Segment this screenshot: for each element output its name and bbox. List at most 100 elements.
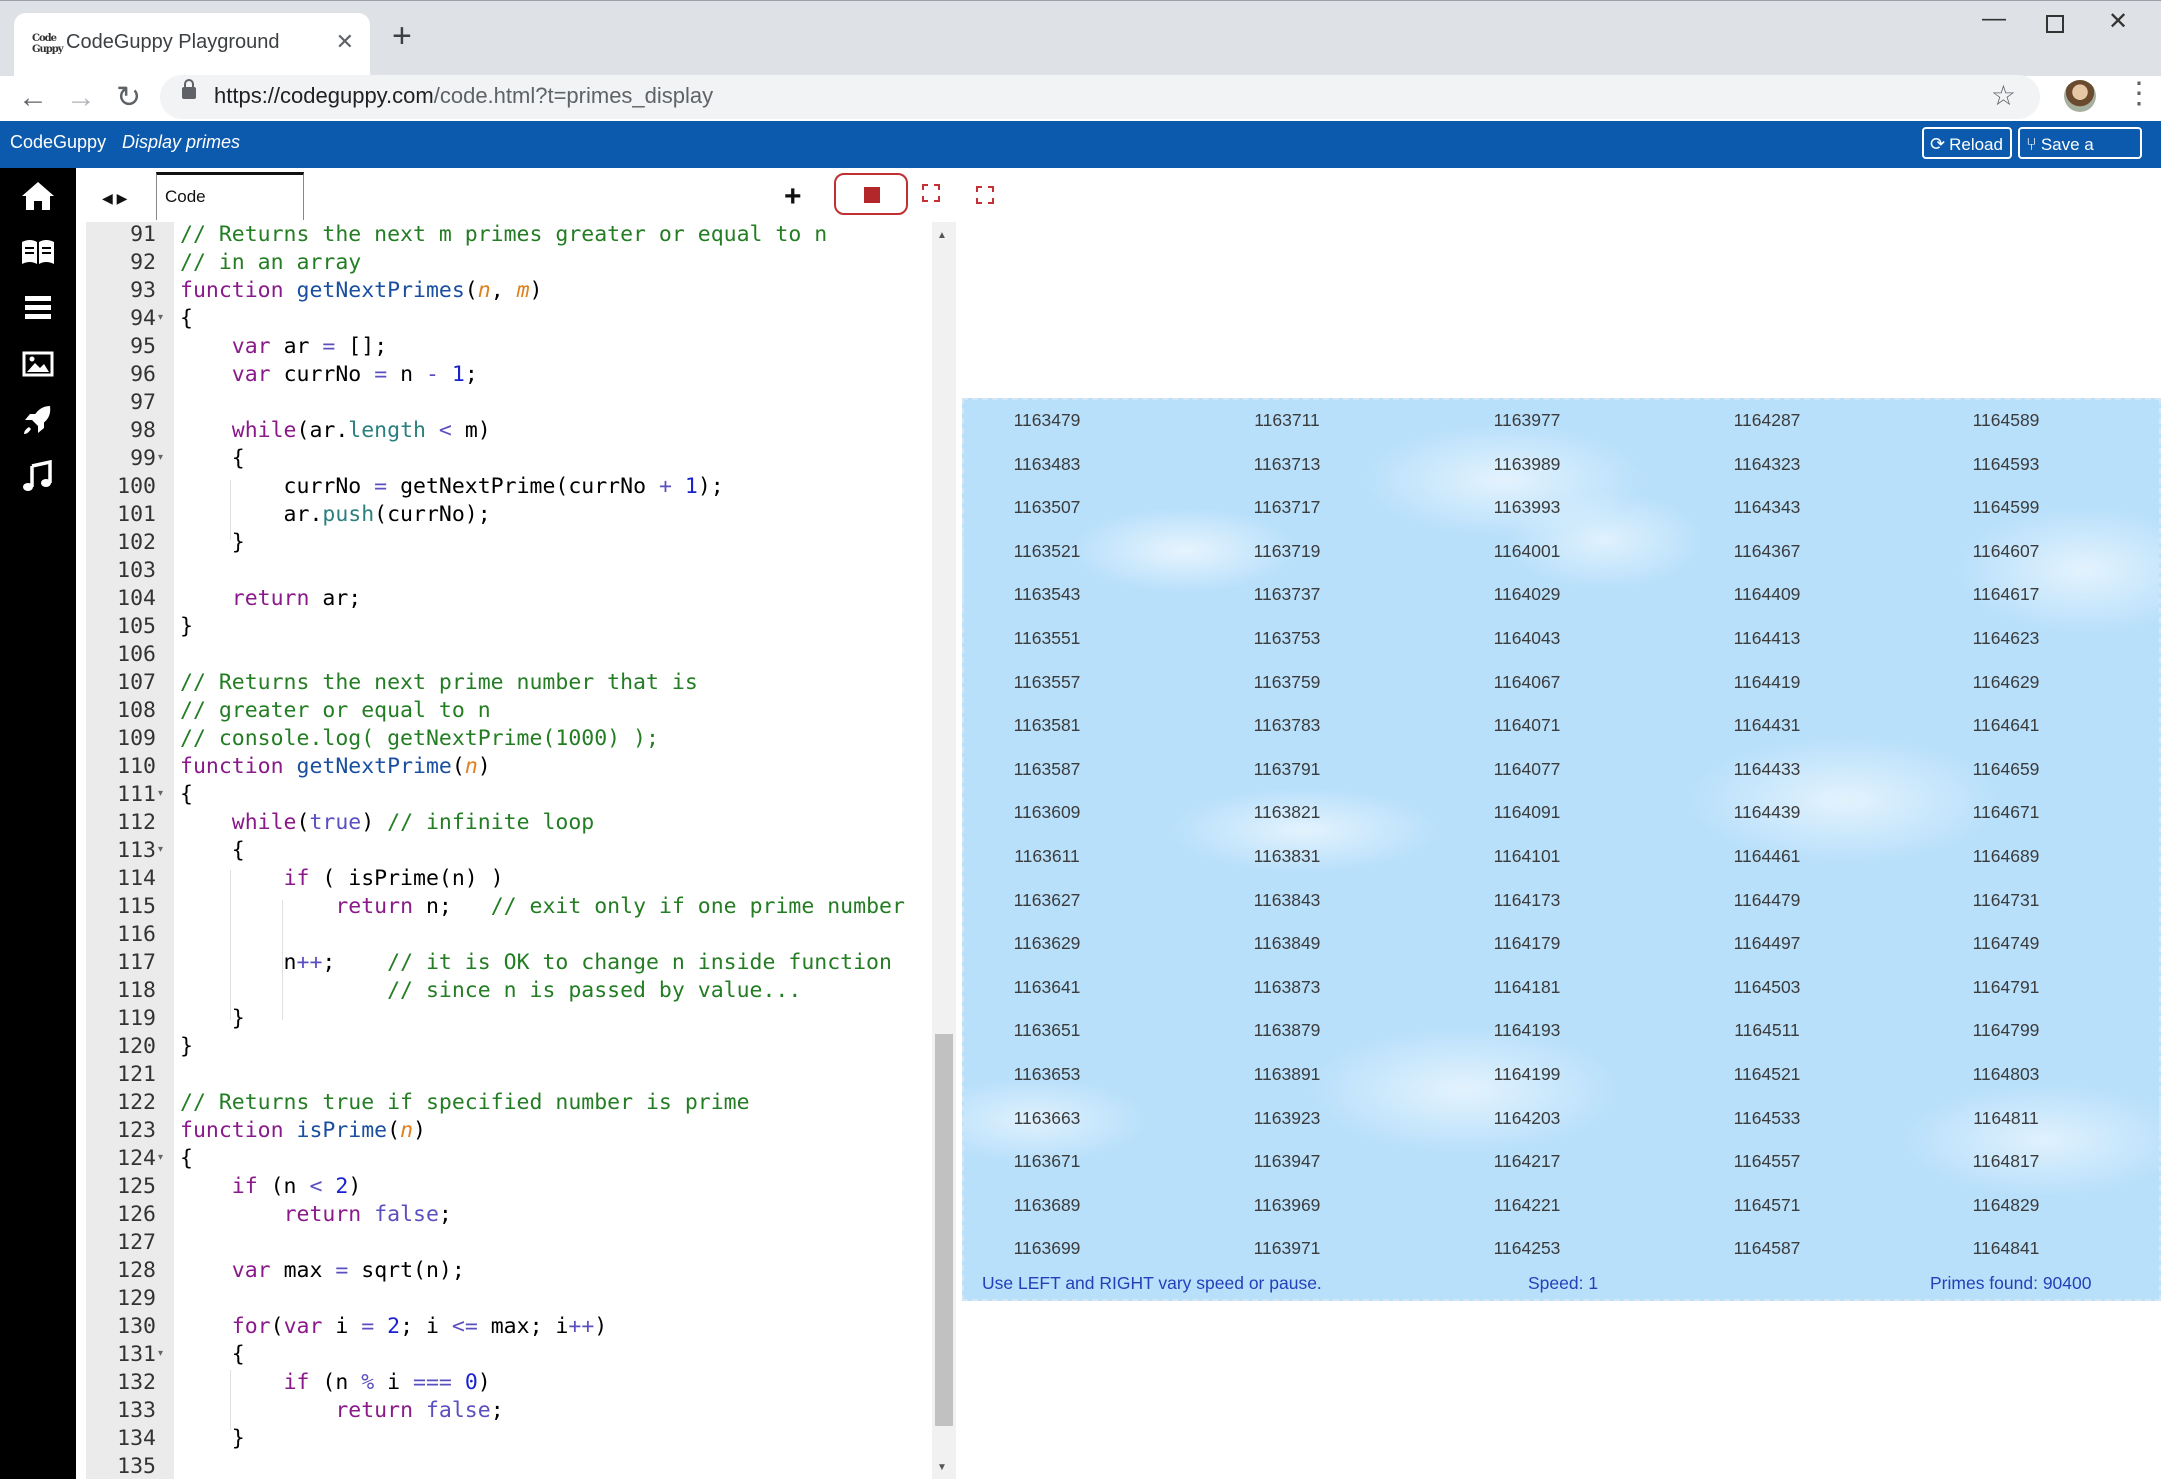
fold-arrow-icon[interactable]: ▾ [158,312,163,323]
code-line: function isPrime(n) [180,1118,426,1143]
line-number: 117 [117,950,156,975]
line-number: 101 [117,502,156,527]
tab-code[interactable]: Code [156,172,304,220]
scroll-up-arrow-icon[interactable]: ▲ [937,230,947,241]
brand-name[interactable]: CodeGuppy [10,132,106,153]
line-number: 115 [117,894,156,919]
prime-number: 1164199 [1493,1064,1561,1084]
prime-number: 1164659 [1972,758,2040,779]
editor-scrollbar[interactable]: ▲ ▼ [932,222,956,1479]
back-arrow-icon[interactable]: ← [18,78,48,118]
prime-number: 1164323 [1733,453,1801,474]
line-number: 111 [117,782,156,807]
window-close-icon[interactable]: ✕ [2108,7,2128,36]
prime-number: 1164221 [1493,1194,1561,1215]
sidebar [0,168,76,1479]
prime-number: 1163947 [1253,1151,1321,1172]
prime-number: 1164533 [1733,1107,1801,1128]
line-number: 99 [130,446,156,471]
scroll-down-arrow-icon[interactable]: ▼ [937,1462,947,1473]
home-icon[interactable] [16,176,60,216]
code-line: { [180,838,245,863]
prime-number: 1163483 [1013,453,1081,474]
image-icon[interactable] [16,344,60,384]
collapse-panel-arrows-icon[interactable]: ◀ ▶ [102,190,127,207]
fold-arrow-icon[interactable]: ▾ [158,1348,163,1359]
fold-arrow-icon[interactable]: ▾ [158,452,163,463]
primes-found-text: Primes found: 90400 [1930,1273,2092,1293]
music-icon[interactable] [16,456,60,496]
prime-number: 1164589 [1972,410,2040,430]
line-number: 91 [130,222,156,247]
book-icon[interactable] [16,232,60,272]
forward-arrow-icon[interactable]: → [66,78,96,118]
line-number: 109 [117,726,156,751]
new-tab-button[interactable]: + [392,19,412,53]
line-number: 100 [117,474,156,499]
line-number: 103 [117,558,156,583]
prime-number: 1163873 [1253,976,1321,997]
code-line: } [180,1034,193,1059]
reload-icon: ⟳ [1930,134,1946,154]
prime-number: 1164623 [1972,628,2040,648]
line-number: 94 [130,306,156,331]
line-number: 127 [117,1230,156,1255]
fold-arrow-icon[interactable]: ▾ [158,1152,163,1163]
line-number: 123 [117,1118,156,1143]
code-line: return false; [335,1398,504,1423]
prime-number: 1164181 [1493,976,1561,997]
code-line: // Returns the next prime number that is [180,670,698,695]
refresh-icon[interactable]: ↻ [116,78,141,118]
reload-button[interactable]: ⟳ Reload [1922,127,2012,159]
line-number: 93 [130,278,156,303]
prime-number: 1164497 [1733,933,1801,954]
line-number: 130 [117,1314,156,1339]
editor-fullscreen-icon[interactable] [922,184,940,202]
fork-icon: ⑂ [2026,134,2037,154]
code-line: n++; // it is OK to change n inside func… [180,950,892,975]
code-line: { [180,306,193,331]
save-copy-button[interactable]: ⑂ Save a copy [2018,127,2142,184]
prime-number: 1163581 [1013,715,1081,736]
minimize-icon[interactable]: — [1982,5,2006,33]
prime-number: 1163711 [1254,410,1320,430]
tab-close-icon[interactable]: ✕ [336,29,354,55]
prime-number: 1164671 [1972,802,2040,823]
prime-number: 1164607 [1972,540,2040,561]
code-line: function getNextPrime(n) [180,754,491,779]
output-fullscreen-icon[interactable] [976,186,994,204]
output-canvas[interactable]: Use LEFT and RIGHT vary speed or pause. … [962,398,2161,1301]
line-number: 119 [117,1006,156,1031]
address-bar[interactable]: https://codeguppy.com/code.html?t=primes… [160,75,2040,119]
url-text[interactable]: https://codeguppy.com/code.html?t=primes… [214,83,713,109]
prime-number: 1164731 [1972,889,2040,910]
fold-arrow-icon[interactable]: ▾ [158,788,163,799]
stop-button[interactable] [834,173,908,215]
bookmark-star-icon[interactable]: ☆ [1991,79,2016,112]
prime-number: 1164557 [1733,1151,1801,1172]
prime-number: 1164461 [1733,846,1801,866]
fold-arrow-icon[interactable]: ▾ [158,844,163,855]
speed-text: Speed: 1 [1528,1273,1599,1293]
line-number: 118 [117,978,156,1003]
add-file-button[interactable]: + [784,180,802,214]
line-number: 134 [117,1426,156,1451]
list-icon[interactable] [16,288,60,328]
prime-number: 1164173 [1493,889,1561,910]
hint-text: Use LEFT and RIGHT vary speed or pause. [982,1273,1322,1293]
browser-menu-icon[interactable]: ⋮ [2124,76,2154,111]
prime-number: 1164091 [1493,802,1561,823]
rocket-icon[interactable] [16,400,60,440]
prime-number: 1164593 [1972,453,2040,474]
prime-number: 1164511 [1734,1020,1800,1041]
browser-tab[interactable]: Code Guppy CodeGuppy Playground ✕ [14,13,370,77]
code-editor[interactable] [174,222,932,1479]
profile-avatar[interactable] [2064,80,2096,112]
prime-number: 1163969 [1253,1194,1321,1215]
maximize-icon[interactable] [2046,15,2064,33]
scrollbar-thumb[interactable] [935,1034,953,1426]
prime-number: 1163791 [1253,758,1321,779]
code-line: { [180,1342,245,1367]
code-line: { [180,446,245,471]
line-number: 97 [130,390,156,415]
